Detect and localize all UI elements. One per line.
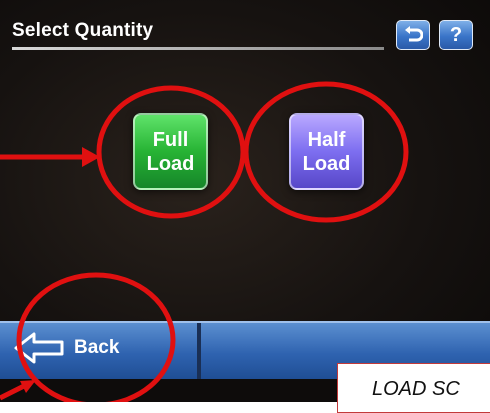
- back-highlight-circle: [16, 272, 176, 402]
- full-load-highlight-circle: [96, 85, 246, 219]
- annotation-overlay: [0, 81, 409, 402]
- half-load-highlight-circle: [243, 81, 409, 223]
- back-pointer-arrow-line: [0, 382, 28, 401]
